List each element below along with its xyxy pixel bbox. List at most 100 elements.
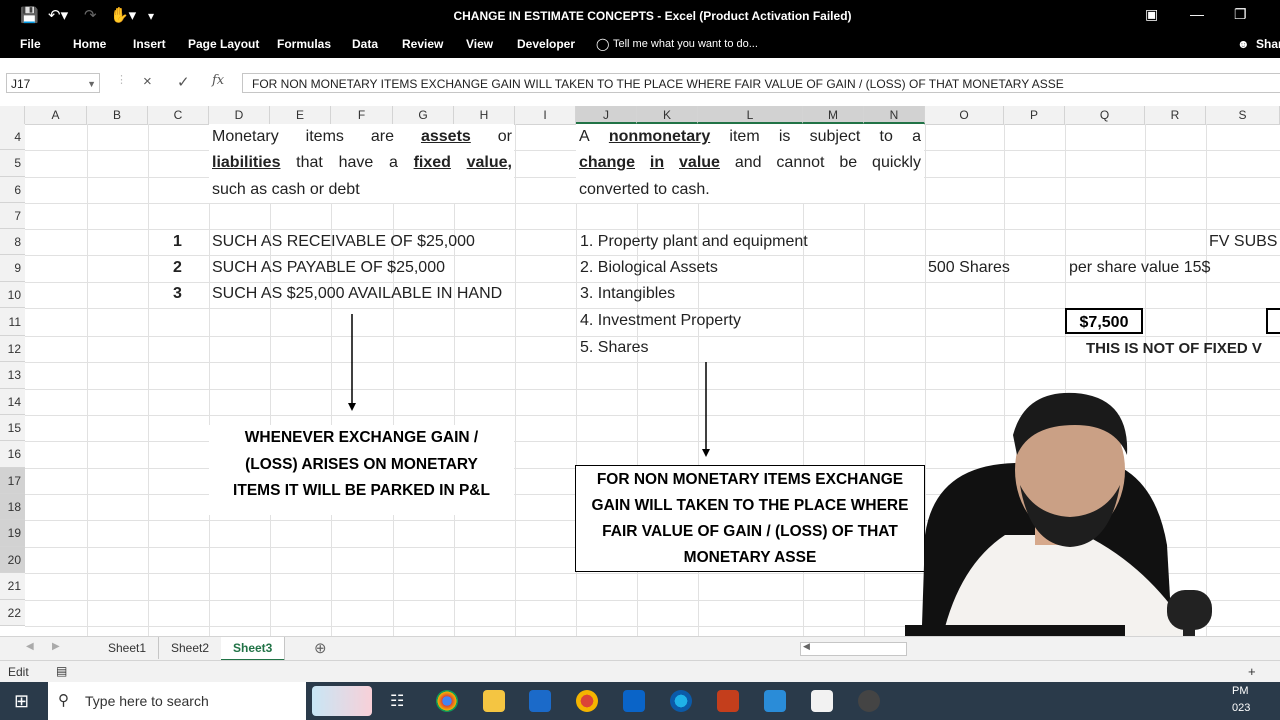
- row-header[interactable]: 8: [0, 229, 25, 255]
- chevron-down-icon[interactable]: ▼: [87, 74, 96, 94]
- sheet-tab-active[interactable]: Sheet3: [221, 637, 286, 662]
- store-icon[interactable]: [529, 690, 551, 712]
- ribbon-display-icon[interactable]: ▣: [1145, 6, 1158, 23]
- nonmonetary-example[interactable]: 5. Shares: [580, 339, 648, 357]
- tab-data[interactable]: Data: [352, 37, 378, 51]
- column-header[interactable]: S: [1206, 106, 1280, 124]
- shares-count[interactable]: 500 Shares: [928, 259, 1010, 277]
- example-text[interactable]: SUCH AS RECEIVABLE OF $25,000: [212, 233, 475, 251]
- column-header[interactable]: I: [515, 106, 576, 124]
- example-number[interactable]: 3: [173, 285, 182, 303]
- row-header[interactable]: 7: [0, 203, 25, 229]
- row-header[interactable]: 15: [0, 415, 25, 441]
- cancel-icon[interactable]: ×: [143, 73, 152, 90]
- edge-icon[interactable]: [670, 690, 692, 712]
- tab-home[interactable]: Home: [73, 37, 106, 51]
- photos-icon[interactable]: [764, 690, 786, 712]
- row-header[interactable]: 17: [0, 468, 25, 494]
- chrome-icon[interactable]: [436, 690, 458, 712]
- mail-icon[interactable]: [623, 690, 645, 712]
- powerpoint-icon[interactable]: [717, 690, 739, 712]
- minimize-icon[interactable]: —: [1190, 6, 1204, 22]
- example-text[interactable]: SUCH AS PAYABLE OF $25,000: [212, 259, 445, 277]
- row-header[interactable]: 21: [0, 573, 25, 600]
- column-header[interactable]: H: [454, 106, 515, 124]
- column-header[interactable]: Q: [1065, 106, 1145, 124]
- row-header[interactable]: 10: [0, 282, 25, 308]
- prev-sheet-icon[interactable]: ◀: [26, 641, 34, 652]
- row-header[interactable]: 11: [0, 308, 25, 336]
- row-header[interactable]: 6: [0, 177, 25, 203]
- maximize-icon[interactable]: ❐: [1234, 6, 1247, 23]
- per-share-value[interactable]: per share value 15$: [1069, 259, 1210, 277]
- nonmonetary-example[interactable]: 4. Investment Property: [580, 312, 741, 330]
- example-number[interactable]: 2: [173, 259, 182, 277]
- column-header[interactable]: M: [803, 106, 864, 124]
- row-header[interactable]: 12: [0, 336, 25, 362]
- tab-view[interactable]: View: [466, 37, 493, 51]
- column-header[interactable]: B: [87, 106, 148, 124]
- column-header[interactable]: F: [331, 106, 393, 124]
- tab-file[interactable]: File: [20, 37, 41, 51]
- not-fixed-note[interactable]: THIS IS NOT OF FIXED V: [1086, 340, 1262, 357]
- nonmonetary-note[interactable]: FOR NON MONETARY ITEMS EXCHANGE GAIN WIL…: [575, 465, 925, 572]
- tab-formulas[interactable]: Formulas: [277, 37, 331, 51]
- file-explorer-icon[interactable]: [483, 690, 505, 712]
- column-header[interactable]: C: [148, 106, 209, 124]
- row-header[interactable]: 16: [0, 441, 25, 468]
- nonmonetary-definition[interactable]: A nonmonetary item is subject to a chang…: [576, 124, 924, 203]
- column-header[interactable]: N: [864, 106, 925, 124]
- tab-developer[interactable]: Developer: [517, 37, 575, 51]
- nonmonetary-example[interactable]: 3. Intangibles: [580, 285, 675, 303]
- fv-subs-label[interactable]: FV SUBS: [1209, 233, 1277, 251]
- windows-start-icon[interactable]: ⊞: [14, 691, 29, 712]
- zoom-in-icon[interactable]: +: [1248, 664, 1256, 679]
- macro-record-icon[interactable]: ▤: [56, 664, 67, 678]
- row-header[interactable]: 13: [0, 362, 25, 389]
- row-header[interactable]: 22: [0, 600, 25, 626]
- dna-search-highlight-icon[interactable]: [312, 686, 372, 716]
- share-button[interactable]: Shar: [1256, 37, 1280, 51]
- chrome-profile-icon[interactable]: [576, 690, 598, 712]
- tab-review[interactable]: Review: [402, 37, 443, 51]
- column-header[interactable]: A: [25, 106, 87, 124]
- column-header[interactable]: P: [1004, 106, 1065, 124]
- column-header[interactable]: J: [576, 106, 637, 124]
- example-number[interactable]: 1: [173, 233, 182, 251]
- horizontal-scrollbar[interactable]: ◀: [800, 641, 907, 656]
- column-header[interactable]: R: [1145, 106, 1206, 124]
- row-header[interactable]: 9: [0, 255, 25, 282]
- tell-me-box[interactable]: Tell me what you want to do...: [613, 38, 758, 50]
- column-header[interactable]: E: [270, 106, 331, 124]
- scroll-left-icon[interactable]: ◀: [803, 641, 810, 652]
- column-header[interactable]: D: [209, 106, 270, 124]
- enter-icon[interactable]: ✓: [177, 73, 190, 91]
- add-sheet-icon[interactable]: ⊕: [314, 639, 327, 657]
- name-box[interactable]: J17 ▼: [6, 73, 100, 93]
- next-sheet-icon[interactable]: ▶: [52, 641, 60, 652]
- nonmonetary-example[interactable]: 2. Biological Assets: [580, 259, 718, 277]
- select-all-corner[interactable]: [0, 106, 25, 124]
- row-header[interactable]: 20: [0, 547, 25, 573]
- tab-page-layout[interactable]: Page Layout: [188, 37, 259, 51]
- row-header[interactable]: 5: [0, 150, 25, 177]
- column-header[interactable]: L: [698, 106, 803, 124]
- total-value-box[interactable]: $7,500: [1065, 308, 1143, 334]
- monetary-definition[interactable]: Monetary items are assets or liabilities…: [209, 124, 514, 203]
- row-header[interactable]: 18: [0, 494, 25, 520]
- sheet-tab[interactable]: Sheet2: [159, 637, 223, 659]
- tab-insert[interactable]: Insert: [133, 37, 166, 51]
- column-header[interactable]: G: [393, 106, 454, 124]
- notepad-icon[interactable]: [811, 690, 833, 712]
- row-header[interactable]: 19: [0, 520, 25, 547]
- column-header[interactable]: K: [637, 106, 698, 124]
- row-header[interactable]: 4: [0, 124, 25, 150]
- insert-function-icon[interactable]: fx: [212, 73, 224, 88]
- monetary-note[interactable]: WHENEVER EXCHANGE GAIN / (LOSS) ARISES O…: [209, 425, 514, 515]
- column-header[interactable]: O: [925, 106, 1004, 124]
- nonmonetary-example[interactable]: 1. Property plant and equipment: [580, 233, 808, 251]
- screen-recorder-icon[interactable]: [858, 690, 880, 712]
- row-header[interactable]: 14: [0, 389, 25, 415]
- task-view-icon[interactable]: ☷: [390, 691, 404, 711]
- taskbar-search[interactable]: ⚲ Type here to search: [48, 682, 372, 720]
